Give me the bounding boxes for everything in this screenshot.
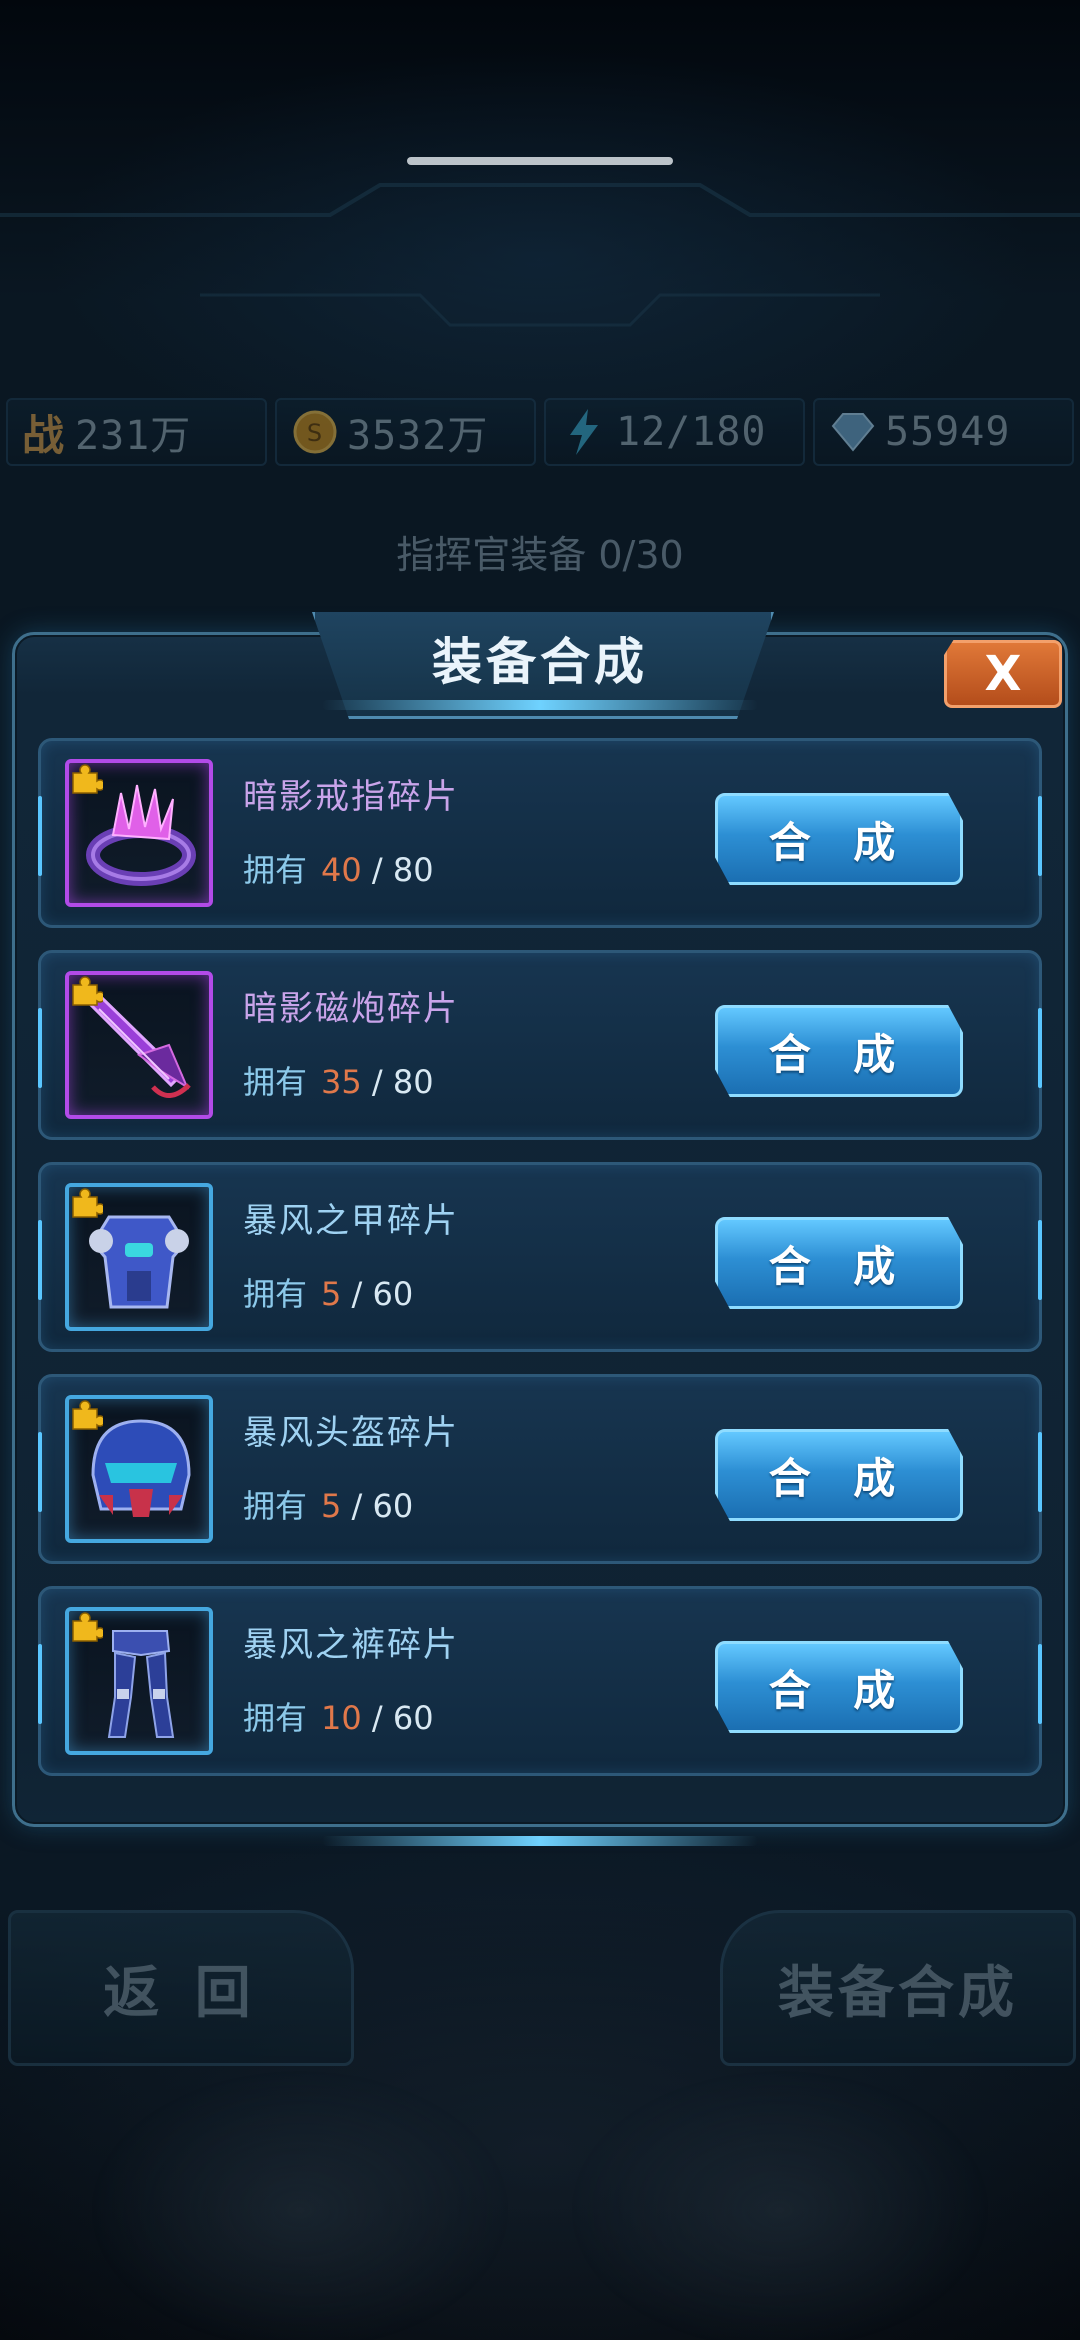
fragment-puzzle-icon [72, 764, 103, 794]
owned-value: 40 [321, 851, 362, 889]
power-stat: 战 231万 [6, 398, 267, 466]
close-button[interactable]: X [944, 640, 1062, 708]
owned-value: 5 [321, 1487, 342, 1525]
home-indicator [407, 157, 673, 165]
energy-value: 12/180 [616, 409, 767, 455]
owned-value: 5 [321, 1275, 342, 1313]
owned-value: 35 [321, 1063, 362, 1101]
back-button[interactable]: 返 回 [8, 1910, 354, 2066]
energy-stat: 12/180 [544, 398, 805, 466]
synthesize-button[interactable]: 合 成 [715, 1005, 963, 1097]
dialog-title: 装备合成 [432, 633, 648, 691]
owned-label: 拥有 [243, 1275, 308, 1313]
mech-decoration [0, 2060, 1080, 2340]
svg-text:S: S [307, 419, 323, 447]
row-edge [1038, 1220, 1042, 1300]
required-value: 60 [392, 1699, 434, 1737]
separator: / [371, 1699, 383, 1737]
row-edge [38, 1432, 42, 1512]
separator: / [371, 1063, 383, 1101]
row-edge [1038, 1644, 1042, 1724]
separator: / [351, 1275, 363, 1313]
owned-label: 拥有 [243, 1063, 308, 1101]
row-edge [38, 1008, 42, 1088]
row-edge [38, 796, 42, 876]
synthesize-button[interactable]: 合 成 [715, 793, 963, 885]
required-value: 80 [392, 1063, 434, 1101]
owned-count: 拥有 5 / 60 [243, 1481, 413, 1527]
owned-label: 拥有 [243, 1487, 308, 1525]
row-edge [38, 1644, 42, 1724]
item-name: 暴风之裤碎片 [243, 1625, 459, 1665]
fragment-row: 暴风之裤碎片 拥有 10 / 60 合 成 [38, 1586, 1042, 1776]
gold-value: 3532万 [347, 413, 489, 459]
owned-count: 拥有 10 / 60 [243, 1693, 434, 1739]
item-slot[interactable] [65, 1183, 213, 1331]
diamond-stat: 55949 [813, 398, 1074, 466]
synthesize-button[interactable]: 合 成 [715, 1641, 963, 1733]
synthesis-dialog: 装备合成 X 暗影戒指碎片 拥有 40 / 80 合 成 暗影磁炮碎片 拥有 3… [12, 612, 1068, 1852]
commander-equipment-title: 指挥官装备 0/30 [396, 533, 684, 577]
owned-count: 拥有 35 / 80 [243, 1057, 434, 1103]
owned-count: 拥有 5 / 60 [243, 1269, 413, 1315]
gold-stat: S 3532万 [275, 398, 536, 466]
separator: / [371, 851, 383, 889]
power-value: 231万 [75, 413, 192, 459]
row-edge [1038, 1432, 1042, 1512]
power-label: 战 [22, 410, 66, 460]
fragment-puzzle-icon [72, 976, 103, 1006]
item-slot[interactable] [65, 971, 213, 1119]
owned-label: 拥有 [243, 851, 308, 889]
fragment-row: 暴风之甲碎片 拥有 5 / 60 合 成 [38, 1162, 1042, 1352]
fragment-row: 暴风头盔碎片 拥有 5 / 60 合 成 [38, 1374, 1042, 1564]
row-edge [1038, 796, 1042, 876]
fragment-puzzle-icon [72, 1612, 103, 1642]
fragment-puzzle-icon [72, 1400, 103, 1430]
item-slot[interactable] [65, 759, 213, 907]
diamond-value: 55949 [885, 409, 1011, 455]
lightning-icon [560, 408, 608, 456]
diamond-icon [829, 408, 877, 456]
item-name: 暴风头盔碎片 [243, 1413, 459, 1453]
owned-count: 拥有 40 / 80 [243, 845, 434, 891]
synthesize-button[interactable]: 合 成 [715, 1217, 963, 1309]
row-edge [38, 1220, 42, 1300]
item-name: 暴风之甲碎片 [243, 1201, 459, 1241]
stats-bar: 战 231万 S 3532万 12/180 55949 [0, 398, 1080, 468]
row-edge [1038, 1008, 1042, 1088]
required-value: 80 [392, 851, 434, 889]
owned-label: 拥有 [243, 1699, 308, 1737]
synthesize-button[interactable]: 合 成 [715, 1429, 963, 1521]
fragment-list[interactable]: 暗影戒指碎片 拥有 40 / 80 合 成 暗影磁炮碎片 拥有 35 / 80 … [38, 738, 1042, 1793]
equipment-synthesis-button[interactable]: 装备合成 [720, 1910, 1076, 2066]
bottom-glow [322, 1836, 758, 1846]
fragment-puzzle-icon [72, 1188, 103, 1218]
item-name: 暗影磁炮碎片 [243, 989, 459, 1029]
item-slot[interactable] [65, 1395, 213, 1543]
separator: / [351, 1487, 363, 1525]
item-name: 暗影戒指碎片 [243, 777, 459, 817]
owned-value: 10 [321, 1699, 362, 1737]
fragment-row: 暗影磁炮碎片 拥有 35 / 80 合 成 [38, 950, 1042, 1140]
fragment-row: 暗影戒指碎片 拥有 40 / 80 合 成 [38, 738, 1042, 928]
item-slot[interactable] [65, 1607, 213, 1755]
required-value: 60 [372, 1487, 414, 1525]
top-frame-decoration [0, 183, 1080, 327]
required-value: 60 [372, 1275, 414, 1313]
gold-coin-icon: S [291, 408, 339, 456]
